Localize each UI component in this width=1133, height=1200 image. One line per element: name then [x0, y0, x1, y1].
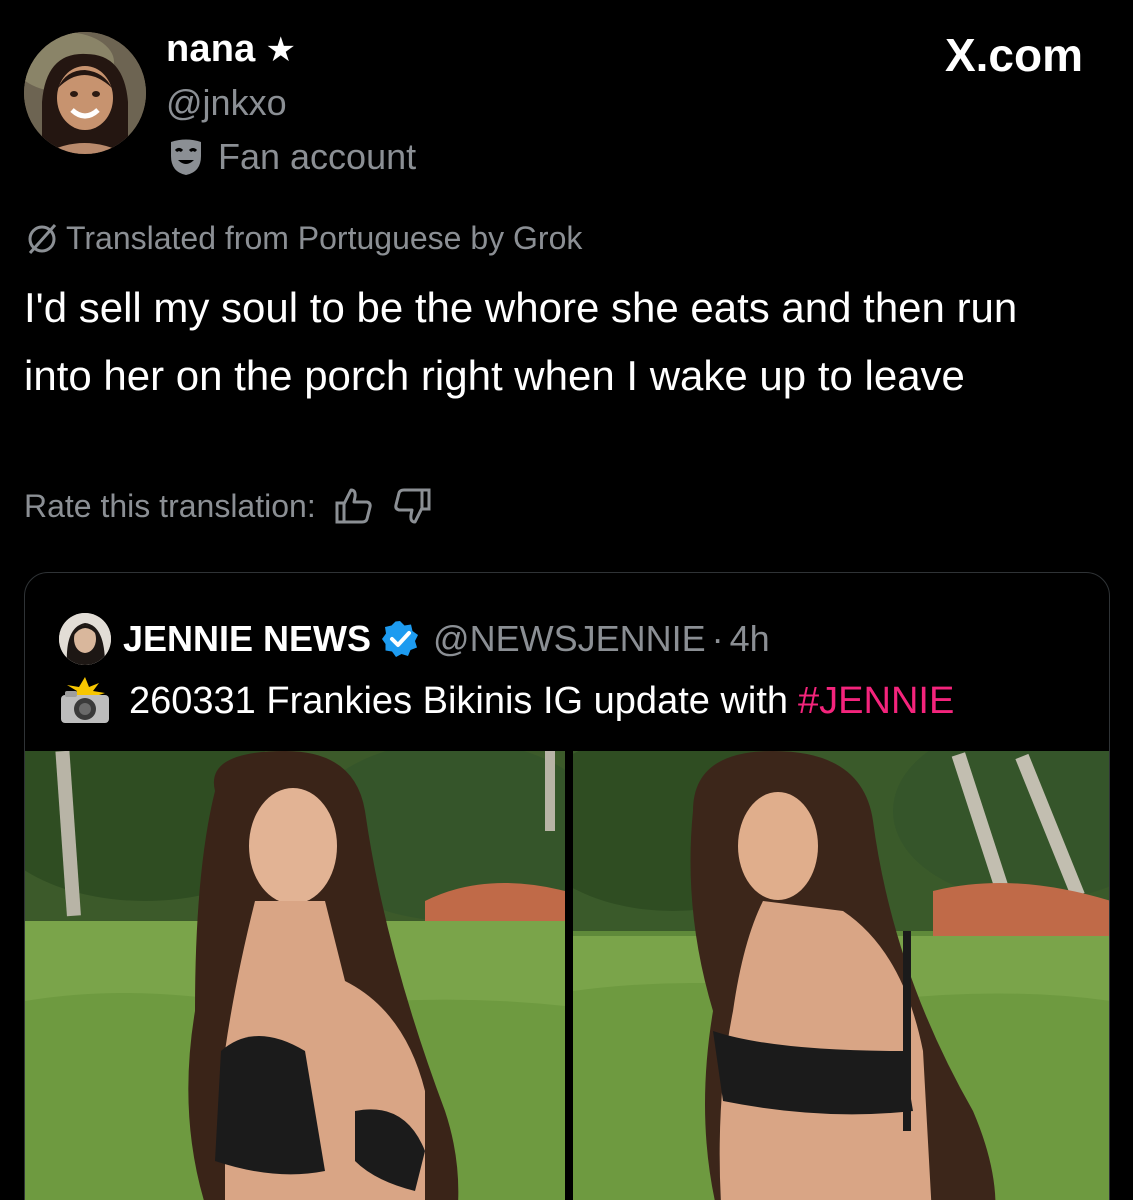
avatar-photo [24, 32, 146, 154]
fan-account-label: Fan account [168, 136, 416, 178]
grok-icon [28, 223, 57, 254]
quoted-tweet-card[interactable]: JENNIE NEWS @NEWSJENNIE · 4h 260331 Fran… [24, 572, 1110, 1200]
quoted-tweet-text-row: 260331 Frankies Bikinis IG update with #… [59, 677, 954, 725]
quoted-timestamp[interactable]: 4h [730, 618, 770, 660]
quoted-avatar-photo [59, 613, 111, 665]
thumbs-down-icon[interactable] [392, 486, 432, 526]
quoted-tweet-text: 260331 Frankies Bikinis IG update with [129, 679, 789, 722]
separator-dot: · [711, 618, 724, 659]
site-label: X.com [944, 29, 1083, 81]
verified-badge-icon [382, 621, 419, 657]
star-icon: ★ [265, 30, 296, 69]
quoted-tweet-header: JENNIE NEWS @NEWSJENNIE · 4h [59, 613, 770, 665]
media-image-1[interactable] [25, 751, 565, 1200]
theater-mask-icon [171, 139, 201, 175]
profile-avatar[interactable] [24, 32, 146, 154]
rate-translation-row: Rate this translation: [24, 486, 432, 526]
media-image-2[interactable] [573, 751, 1109, 1200]
fan-account-text: Fan account [218, 136, 417, 177]
hashtag-link[interactable]: #JENNIE [798, 680, 954, 723]
quoted-avatar[interactable] [59, 613, 111, 665]
rate-translation-label: Rate this translation: [24, 487, 316, 524]
display-name[interactable]: nana [166, 28, 256, 71]
translated-from-label: Translated from Portuguese by Grok [66, 220, 583, 256]
tweet-text: I'd sell my soul to be the whore she eat… [24, 284, 1018, 399]
translation-notice: Translated from Portuguese by Grok [24, 220, 582, 257]
display-name-row: nana ★ [166, 28, 296, 71]
post-screen: nana ★ @jnkxo Fan account X.com Translat… [0, 0, 1133, 1200]
photo-2 [573, 751, 1109, 1200]
camera-flash-icon [61, 677, 109, 723]
quoted-handle[interactable]: @NEWSJENNIE [433, 618, 706, 660]
quoted-display-name[interactable]: JENNIE NEWS [123, 618, 371, 660]
photo-1 [25, 751, 565, 1200]
thumbs-up-icon[interactable] [334, 486, 374, 526]
user-handle[interactable]: @jnkxo [166, 82, 287, 124]
